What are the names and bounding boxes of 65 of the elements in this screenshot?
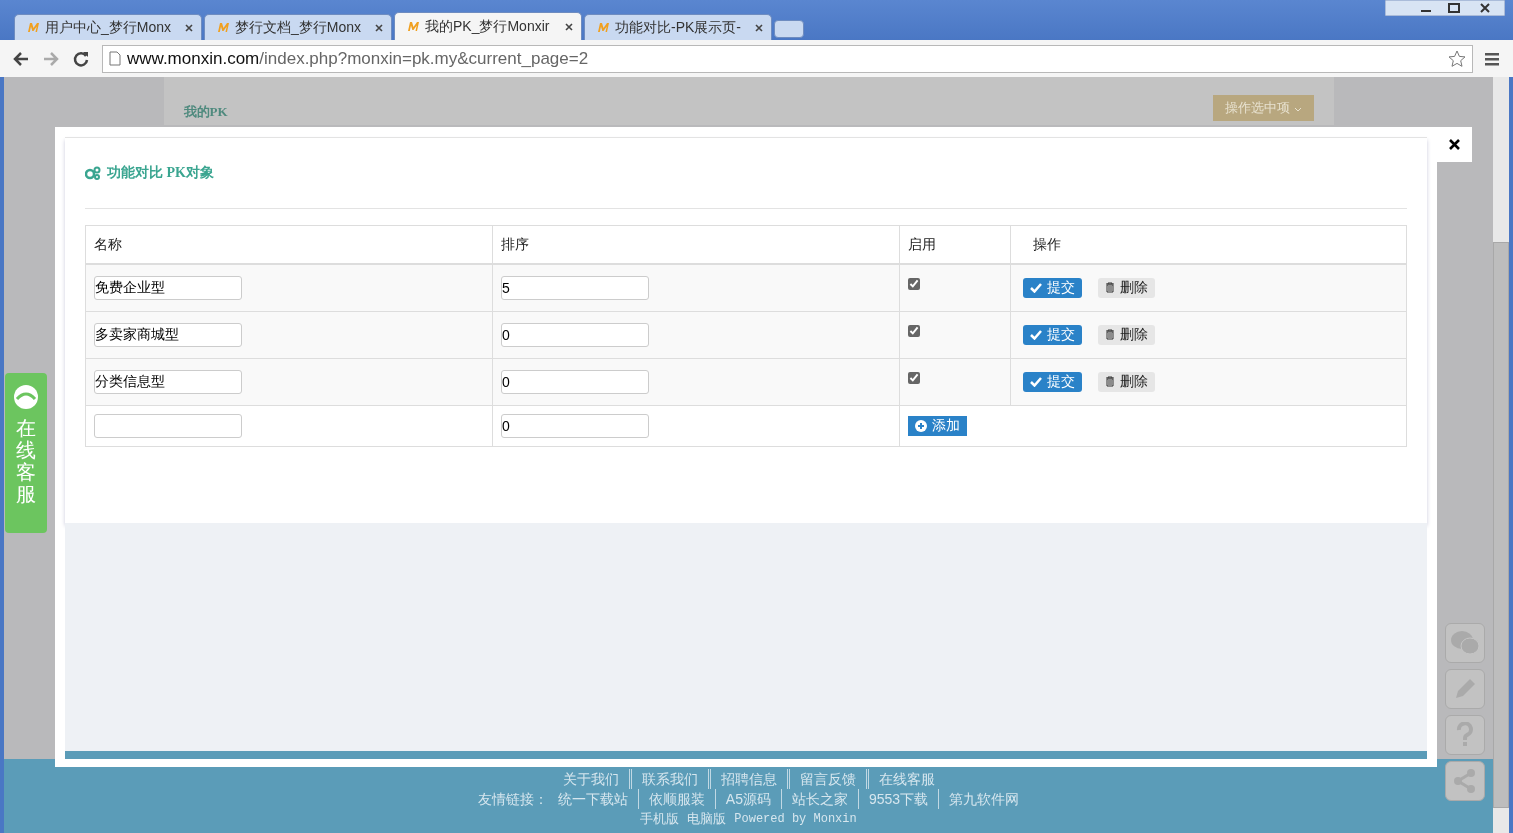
name-input[interactable]: 免费企业型 xyxy=(94,276,242,300)
order-input[interactable]: 0 xyxy=(501,370,649,394)
order-input[interactable]: 0 xyxy=(501,323,649,347)
delete-button[interactable]: 删除 xyxy=(1098,371,1155,392)
friend-links-label: 友情链接： xyxy=(477,790,548,809)
name-input[interactable]: 分类信息型 xyxy=(94,370,242,394)
delete-button[interactable]: 删除 xyxy=(1098,277,1155,298)
footer-link[interactable]: 电脑版 xyxy=(687,809,727,829)
trash-icon xyxy=(1105,376,1115,388)
new-tab-button[interactable] xyxy=(774,20,804,38)
window-controls-icon[interactable] xyxy=(1385,0,1505,16)
powered-by-text: Powered by Monxin xyxy=(734,811,857,828)
check-icon xyxy=(1030,330,1042,341)
footer-link[interactable]: 关于我们 xyxy=(562,769,619,789)
close-button[interactable] xyxy=(1437,127,1472,162)
reload-icon[interactable] xyxy=(72,49,90,68)
delete-button[interactable]: 删除 xyxy=(1098,324,1155,345)
online-service-tab[interactable]: 在线客服 xyxy=(5,373,47,533)
page-icon xyxy=(109,51,121,66)
footer-link[interactable]: A5源码 xyxy=(714,789,771,809)
add-button[interactable]: 添加 xyxy=(908,416,967,436)
enabled-checkbox[interactable] xyxy=(908,324,920,337)
browser-tab[interactable]: 我的PK_梦行Monxir xyxy=(394,12,582,40)
submit-button[interactable]: 提交 xyxy=(1023,372,1082,393)
name-input[interactable] xyxy=(94,414,242,438)
site-logo-icon xyxy=(27,22,40,33)
trash-icon xyxy=(1105,282,1115,294)
enabled-checkbox[interactable] xyxy=(908,277,920,290)
modal-title: 功能对比 PK对象 xyxy=(107,164,214,182)
gears-icon xyxy=(85,166,101,180)
footer-link[interactable]: 站长之家 xyxy=(781,789,848,809)
footer-link[interactable]: 9553下载 xyxy=(858,789,929,809)
enabled-checkbox[interactable] xyxy=(908,371,920,384)
site-logo-icon xyxy=(217,22,230,33)
submit-button[interactable]: 提交 xyxy=(1023,325,1082,346)
footer-link[interactable]: 手机版 xyxy=(640,809,680,829)
footer-link[interactable]: 第九软件网 xyxy=(938,789,1020,809)
site-logo-icon xyxy=(407,21,420,32)
close-tab-icon[interactable] xyxy=(375,23,383,32)
menu-icon[interactable] xyxy=(1485,51,1501,66)
browser-tab[interactable]: 功能对比-PK展示页- xyxy=(584,14,772,40)
close-tab-icon[interactable] xyxy=(755,23,763,32)
plus-circle-icon xyxy=(915,420,927,432)
page-title: 我的PK xyxy=(183,103,228,121)
name-input[interactable]: 多卖家商城型 xyxy=(94,323,242,347)
trash-icon xyxy=(1105,329,1115,341)
browser-tab[interactable]: 梦行文档_梦行Monx xyxy=(204,14,392,40)
caret-icon xyxy=(1293,107,1302,112)
close-tab-icon[interactable] xyxy=(565,22,573,31)
order-input[interactable]: 5 xyxy=(501,276,649,300)
browser-tab[interactable]: 用户中心_梦行Monx xyxy=(14,14,202,40)
bookmark-star-icon[interactable] xyxy=(1448,49,1466,68)
check-icon xyxy=(1030,283,1042,294)
site-logo-icon xyxy=(597,22,610,33)
headset-icon xyxy=(11,383,41,411)
footer-link[interactable]: 依顺服装 xyxy=(637,789,705,809)
address-bar[interactable]: www.monxin.com/index.php?monxin=pk.my&current_page=2 xyxy=(102,44,1473,73)
submit-button[interactable]: 提交 xyxy=(1023,278,1082,299)
footer-link[interactable]: 统一下载站 xyxy=(557,789,628,809)
close-tab-icon[interactable] xyxy=(185,23,193,32)
close-icon xyxy=(1449,139,1460,150)
order-input[interactable]: 0 xyxy=(501,414,649,438)
check-icon xyxy=(1030,377,1042,388)
back-icon[interactable] xyxy=(12,49,30,68)
scrollbar[interactable] xyxy=(1493,77,1509,833)
